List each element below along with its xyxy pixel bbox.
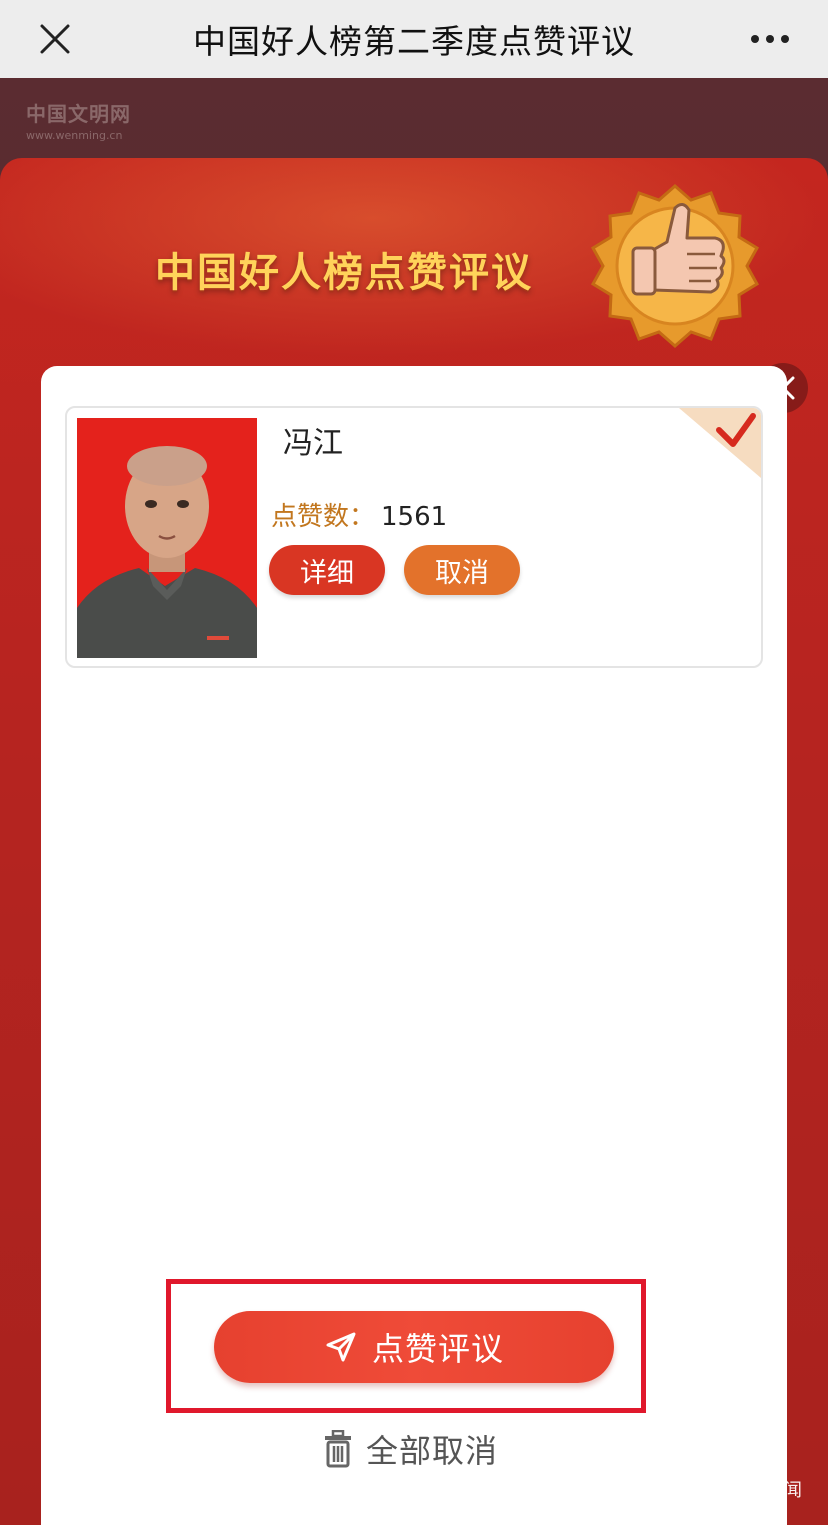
clear-all-button[interactable]: 全部取消 — [322, 1426, 498, 1472]
modal-title: 中国好人榜点赞评议 — [155, 250, 533, 296]
cancel-button[interactable]: 取消 — [404, 545, 520, 595]
detail-button[interactable]: 详细 — [269, 545, 385, 595]
site-logo-name: 中国文明网 — [26, 102, 131, 126]
watermark-text: 蔡甸新闻 — [730, 1480, 802, 1501]
close-icon[interactable] — [30, 14, 80, 64]
checkmark-icon — [679, 408, 761, 478]
send-icon — [326, 1332, 356, 1362]
page-title: 中国好人榜第二季度点赞评议 — [193, 22, 635, 61]
like-count-label: 点赞数： — [271, 502, 376, 532]
wechat-icon — [696, 1478, 724, 1500]
source-watermark: 蔡甸新闻 — [696, 1476, 802, 1502]
candidate-photo — [77, 418, 257, 658]
site-logo-url: www.wenming.cn — [26, 129, 123, 142]
like-count-row: 点赞数： 1561 — [271, 496, 447, 533]
site-logo: 中国文明网 www.wenming.cn — [26, 98, 131, 142]
top-nav-bar: 中国好人榜第二季度点赞评议 — [0, 0, 828, 78]
candidate-card[interactable]: 冯江 点赞数： 1561 详细 取消 — [65, 406, 763, 668]
like-count-value: 1561 — [381, 502, 448, 532]
trash-icon — [325, 1430, 351, 1468]
submit-vote-button[interactable]: 点赞评议 — [214, 1311, 614, 1383]
clear-all-label: 全部取消 — [366, 1432, 499, 1470]
more-dots-icon[interactable] — [742, 14, 798, 64]
candidate-name: 冯江 — [283, 426, 343, 461]
submit-vote-label: 点赞评议 — [371, 1330, 504, 1368]
thumbs-up-icon — [590, 184, 760, 348]
